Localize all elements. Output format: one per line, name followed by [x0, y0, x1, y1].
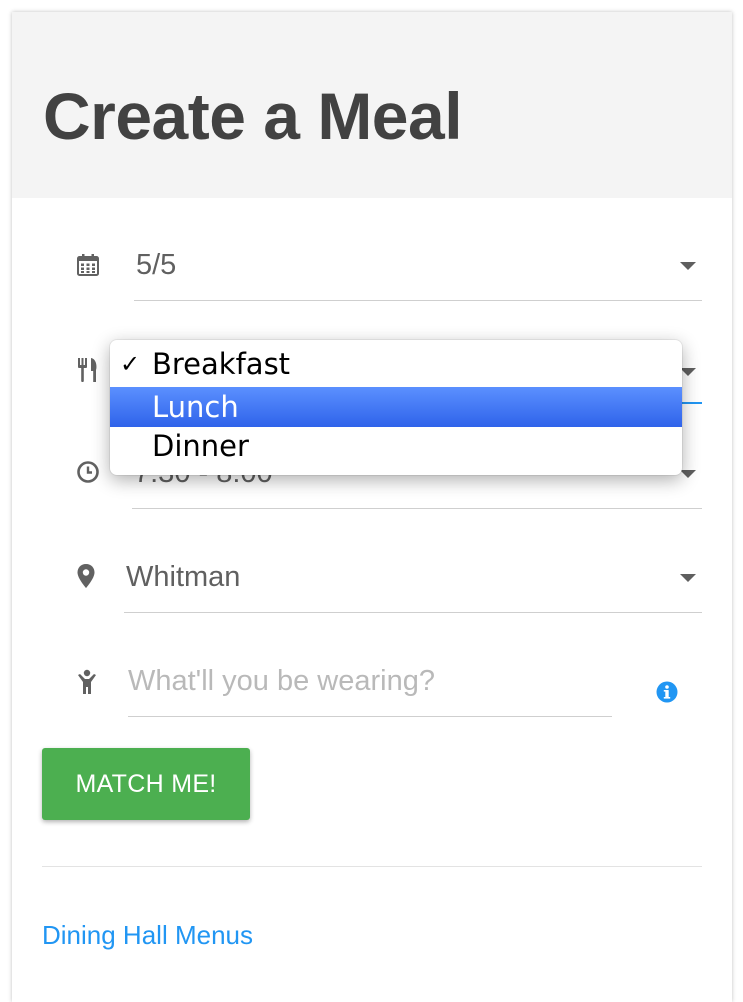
meal-option-label: Dinner: [152, 429, 249, 463]
chevron-down-icon: [680, 470, 696, 478]
location-pin-icon: [73, 563, 99, 589]
create-meal-card: Create a Meal 5/5 Whitman What'll you be…: [12, 12, 732, 1002]
chevron-down-icon: [680, 262, 696, 270]
match-me-button[interactable]: MATCH ME!: [42, 748, 250, 820]
date-value: 5/5: [136, 249, 177, 281]
calendar-icon: [75, 252, 101, 278]
person-icon: [74, 669, 100, 695]
chevron-down-icon: [680, 574, 696, 582]
meal-option-label: Lunch: [152, 390, 239, 424]
date-select[interactable]: 5/5: [134, 244, 702, 301]
meal-option-lunch[interactable]: Lunch: [110, 387, 682, 427]
location-value: Whitman: [126, 561, 241, 593]
checkmark-icon: ✓: [120, 350, 141, 378]
meal-option-dinner[interactable]: Dinner: [110, 426, 682, 466]
chevron-down-icon: [680, 368, 696, 376]
meal-option-breakfast[interactable]: ✓ Breakfast: [110, 344, 682, 384]
meal-dropdown-menu: ✓ Breakfast Lunch Dinner: [110, 340, 682, 475]
utensils-icon: [75, 357, 101, 383]
divider: [42, 866, 702, 867]
outfit-input-placeholder: What'll you be wearing?: [128, 665, 435, 697]
page-title: Create a Meal: [43, 79, 463, 153]
clock-icon: [75, 459, 101, 485]
outfit-field[interactable]: What'll you be wearing?: [128, 660, 612, 717]
meal-option-label: Breakfast: [152, 347, 291, 381]
info-icon[interactable]: [656, 681, 678, 703]
card-header: Create a Meal: [12, 12, 732, 198]
dining-hall-menus-link[interactable]: Dining Hall Menus: [42, 920, 253, 951]
location-select[interactable]: Whitman: [124, 556, 702, 613]
